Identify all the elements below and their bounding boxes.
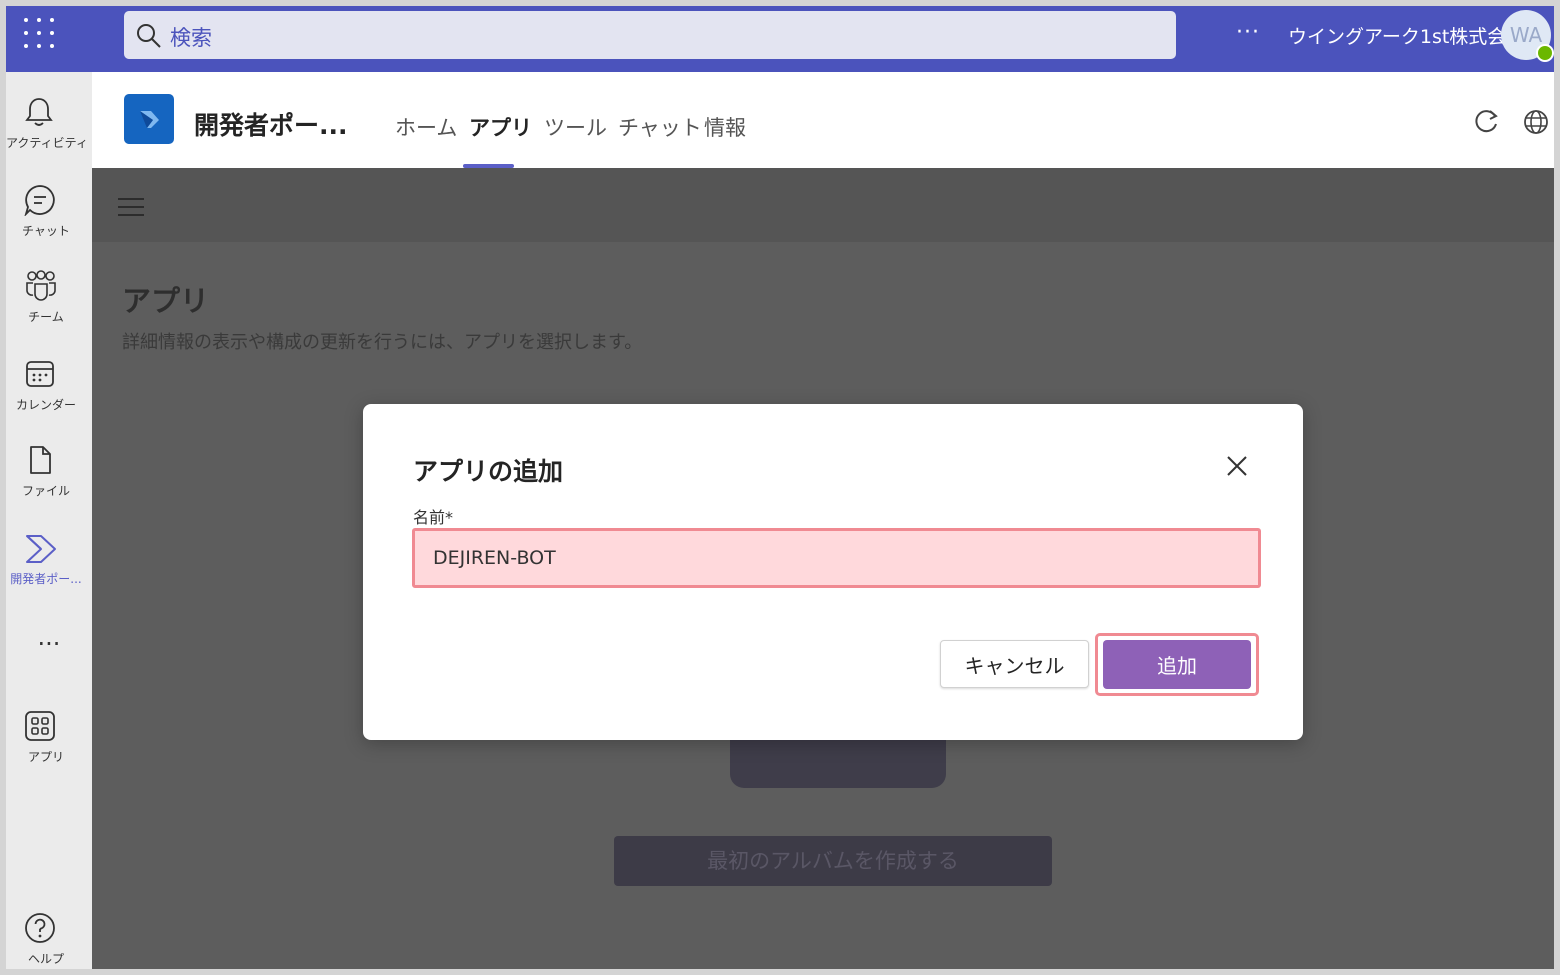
developer-portal-icon <box>26 535 56 563</box>
apps-icon <box>25 711 55 741</box>
rail-label-teams: チーム <box>28 310 64 324</box>
calendar-icon <box>26 361 54 387</box>
rail-item-apps[interactable]: アプリ <box>6 710 92 790</box>
content-toolbar <box>92 168 1554 242</box>
rail-item-calendar[interactable]: カレンダー <box>6 358 92 438</box>
org-name[interactable]: ウイングアーク1st株式会社 <box>1288 22 1525 49</box>
tab-home[interactable]: ホーム <box>395 112 457 142</box>
app-name-input[interactable] <box>412 528 1261 588</box>
page-description: 詳細情報の表示や構成の更新を行うには、アプリを選択します。 <box>122 332 643 353</box>
rail-item-teams[interactable]: チーム <box>6 270 92 350</box>
tab-chat[interactable]: チャット <box>618 112 702 142</box>
rail-item-developer-portal[interactable]: 開発者ポー... <box>6 532 92 612</box>
rail-item-chat[interactable]: チャット <box>6 184 92 264</box>
rail-label-files: ファイル <box>21 484 70 498</box>
presence-available-icon <box>1536 44 1554 62</box>
rail-label-chat: チャット <box>22 224 70 238</box>
rail-more-icon[interactable]: ··· <box>24 630 74 658</box>
left-rail: アクティビティ チャット チーム カレンダー ファイル 開発者ポー... ···… <box>6 72 92 969</box>
menu-icon[interactable] <box>118 198 144 218</box>
search-icon <box>137 24 161 48</box>
add-app-dialog: アプリの追加 名前* キャンセル 追加 <box>363 404 1303 740</box>
rail-label-developer-portal: 開発者ポー... <box>10 572 82 586</box>
bell-icon <box>25 98 53 126</box>
app-header: 開発者ポー... ホーム アプリ ツール チャット 情報 <box>92 72 1554 168</box>
teams-icon <box>26 270 56 301</box>
tab-apps[interactable]: アプリ <box>469 112 532 142</box>
search-box[interactable]: 検索 <box>124 11 1176 59</box>
add-button-highlight: 追加 <box>1095 633 1259 696</box>
empty-state-illustration <box>730 740 946 788</box>
rail-item-activity[interactable]: アクティビティ <box>6 96 92 176</box>
developer-portal-logo <box>124 94 174 144</box>
file-icon <box>30 446 51 474</box>
app-launcher-icon[interactable] <box>24 18 54 48</box>
page-title: アプリ <box>122 284 210 318</box>
app-window: 検索 ··· ウイングアーク1st株式会社 WA アクティビティ チャット チー… <box>6 6 1554 969</box>
close-icon[interactable] <box>1225 454 1249 478</box>
chat-icon <box>24 185 55 216</box>
dialog-title: アプリの追加 <box>413 457 564 486</box>
create-album-button[interactable]: 最初のアルバムを作成する <box>614 836 1052 886</box>
more-options-icon[interactable]: ··· <box>1236 20 1260 45</box>
rail-label-activity: アクティビティ <box>6 136 86 150</box>
rail-item-help[interactable]: ヘルプ <box>6 912 92 969</box>
refresh-icon[interactable] <box>1472 108 1500 136</box>
rail-label-calendar: カレンダー <box>15 398 76 412</box>
tab-info[interactable]: 情報 <box>704 112 746 142</box>
name-field-label: 名前* <box>413 508 454 527</box>
add-button[interactable]: 追加 <box>1103 640 1251 689</box>
help-icon <box>25 913 55 943</box>
rail-label-apps: アプリ <box>27 750 64 764</box>
rail-label-help: ヘルプ <box>27 952 64 966</box>
rail-item-files[interactable]: ファイル <box>6 444 92 524</box>
app-title: 開発者ポー... <box>194 111 348 140</box>
top-bar: 検索 ··· ウイングアーク1st株式会社 WA <box>6 6 1554 72</box>
tab-tools[interactable]: ツール <box>544 112 607 142</box>
globe-icon[interactable] <box>1522 108 1550 136</box>
cancel-button[interactable]: キャンセル <box>940 640 1089 688</box>
search-placeholder: 検索 <box>170 26 212 50</box>
